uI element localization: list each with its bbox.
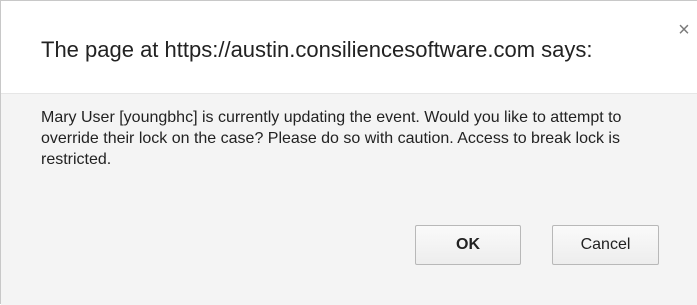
cancel-button[interactable]: Cancel [552,225,659,265]
dialog-message: Mary User [youngbhc] is currently updati… [41,109,622,168]
close-icon[interactable]: × [675,20,693,40]
ok-button[interactable]: OK [415,225,521,265]
alert-dialog: The page at https://austin.consilienceso… [0,0,697,305]
dialog-header: The page at https://austin.consilienceso… [1,1,697,94]
dialog-body: Mary User [youngbhc] is currently updati… [1,94,697,305]
dialog-title: The page at https://austin.consilienceso… [41,37,593,62]
